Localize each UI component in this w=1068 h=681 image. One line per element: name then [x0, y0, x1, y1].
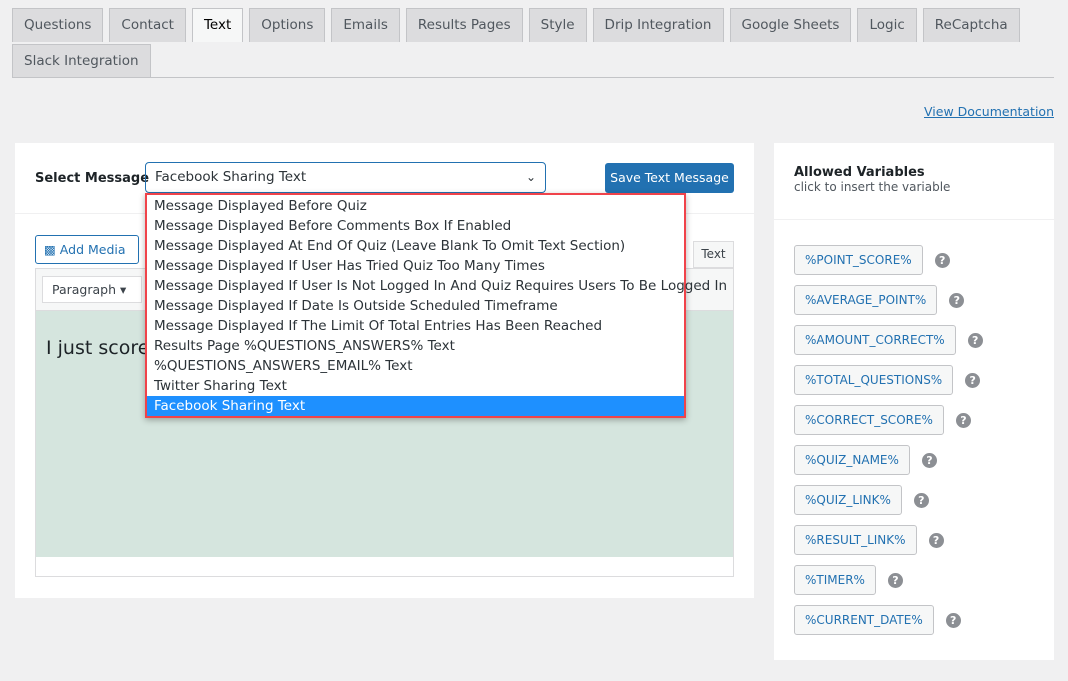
help-icon[interactable]: ?	[949, 292, 965, 308]
variable-row: %TIMER%?	[794, 560, 1034, 600]
variable-row: %RESULT_LINK%?	[794, 520, 1034, 560]
variable-row: %QUIZ_LINK%?	[794, 480, 1034, 520]
help-icon[interactable]: ?	[913, 492, 929, 508]
tab-style[interactable]: Style	[528, 8, 587, 42]
tab-drip-integration[interactable]: Drip Integration	[592, 8, 724, 42]
tab-bar: Questions Contact Text Options Emails Results…	[12, 8, 1052, 78]
tab-options[interactable]: Options	[249, 8, 326, 42]
message-dropdown-list: Message Displayed Before Quiz Message Dis…	[145, 193, 727, 418]
tab-logic[interactable]: Logic	[857, 8, 917, 42]
add-media-button[interactable]: ▩ Add Media	[35, 235, 139, 264]
variable-button[interactable]: %AVERAGE_POINT%	[794, 285, 938, 315]
dropdown-option[interactable]: Message Displayed If The Limit Of Total …	[147, 316, 684, 336]
editor-text-tab[interactable]: Text	[693, 241, 734, 268]
variable-button[interactable]: %RESULT_LINK%	[794, 525, 917, 555]
dropdown-option[interactable]: Message Displayed Before Comments Box If…	[147, 216, 684, 236]
tab-contact[interactable]: Contact	[109, 8, 186, 42]
format-value: Paragraph	[52, 282, 117, 297]
variable-button[interactable]: %CORRECT_SCORE%	[794, 405, 944, 435]
help-icon[interactable]: ?	[945, 612, 961, 628]
select-value: Facebook Sharing Text	[155, 169, 307, 185]
allowed-variables-subtitle: click to insert the variable	[794, 180, 951, 194]
tab-questions[interactable]: Questions	[12, 8, 104, 42]
allowed-variables-panel: Allowed Variables click to insert the va…	[774, 143, 1054, 660]
format-select[interactable]: Paragraph ▾	[42, 276, 142, 303]
help-icon[interactable]: ?	[934, 252, 950, 268]
variable-list: %POINT_SCORE%? %AVERAGE_POINT%? %AMOUNT_CO…	[774, 220, 1054, 640]
dropdown-option[interactable]: Twitter Sharing Text	[147, 376, 684, 396]
help-icon[interactable]: ?	[921, 452, 937, 468]
variable-button[interactable]: %CURRENT_DATE%	[794, 605, 934, 635]
dropdown-option[interactable]: Message Displayed If User Has Tried Quiz…	[147, 256, 684, 276]
variable-row: %AVERAGE_POINT%?	[794, 280, 1034, 320]
help-icon[interactable]: ?	[887, 572, 903, 588]
variable-button[interactable]: %TIMER%	[794, 565, 876, 595]
help-icon[interactable]: ?	[955, 412, 971, 428]
help-icon[interactable]: ?	[928, 532, 944, 548]
dropdown-option[interactable]: Message Displayed At End Of Quiz (Leave …	[147, 236, 684, 256]
variable-button[interactable]: %QUIZ_NAME%	[794, 445, 910, 475]
tab-text[interactable]: Text	[191, 8, 244, 42]
variable-button[interactable]: %QUIZ_LINK%	[794, 485, 902, 515]
allowed-variables-title: Allowed Variables	[794, 165, 925, 180]
caret-down-icon: ▾	[120, 282, 127, 297]
variable-row: %AMOUNT_CORRECT%?	[794, 320, 1034, 360]
dropdown-option[interactable]: %QUESTIONS_ANSWERS_EMAIL% Text	[147, 356, 684, 376]
variable-button[interactable]: %AMOUNT_CORRECT%	[794, 325, 956, 355]
dropdown-option[interactable]: Message Displayed Before Quiz	[147, 196, 684, 216]
dropdown-option[interactable]: Message Displayed If User Is Not Logged …	[147, 276, 727, 296]
save-text-message-button[interactable]: Save Text Message	[605, 163, 734, 193]
tab-google-sheets[interactable]: Google Sheets	[729, 8, 852, 42]
tab-divider	[12, 77, 1054, 78]
variable-row: %TOTAL_QUESTIONS%?	[794, 360, 1034, 400]
help-icon[interactable]: ?	[967, 332, 983, 348]
tab-recaptcha[interactable]: ReCaptcha	[922, 8, 1020, 42]
help-icon[interactable]: ?	[965, 372, 981, 388]
message-select[interactable]: Facebook Sharing Text ⌄	[145, 162, 546, 193]
variable-button[interactable]: %POINT_SCORE%	[794, 245, 923, 275]
add-media-label: Add Media	[59, 242, 126, 257]
dropdown-option[interactable]: Results Page %QUESTIONS_ANSWERS% Text	[147, 336, 684, 356]
select-message-label: Select Message	[35, 171, 150, 186]
dropdown-option[interactable]: Facebook Sharing Text	[147, 396, 684, 416]
chevron-down-icon: ⌄	[525, 170, 536, 184]
tab-emails[interactable]: Emails	[331, 8, 400, 42]
variable-row: %POINT_SCORE%?	[794, 240, 1034, 280]
variable-row: %CORRECT_SCORE%?	[794, 400, 1034, 440]
tab-results-pages[interactable]: Results Pages	[405, 8, 523, 42]
variable-button[interactable]: %TOTAL_QUESTIONS%	[794, 365, 954, 395]
variable-row: %QUIZ_NAME%?	[794, 440, 1034, 480]
tab-slack-integration[interactable]: Slack Integration	[12, 44, 151, 78]
allowed-variables-header: Allowed Variables click to insert the va…	[774, 143, 1054, 220]
media-icon: ▩	[44, 242, 60, 257]
dropdown-option[interactable]: Message Displayed If Date Is Outside Sch…	[147, 296, 684, 316]
view-documentation-link[interactable]: View Documentation	[924, 104, 1054, 119]
variable-row: %CURRENT_DATE%?	[794, 600, 1034, 640]
